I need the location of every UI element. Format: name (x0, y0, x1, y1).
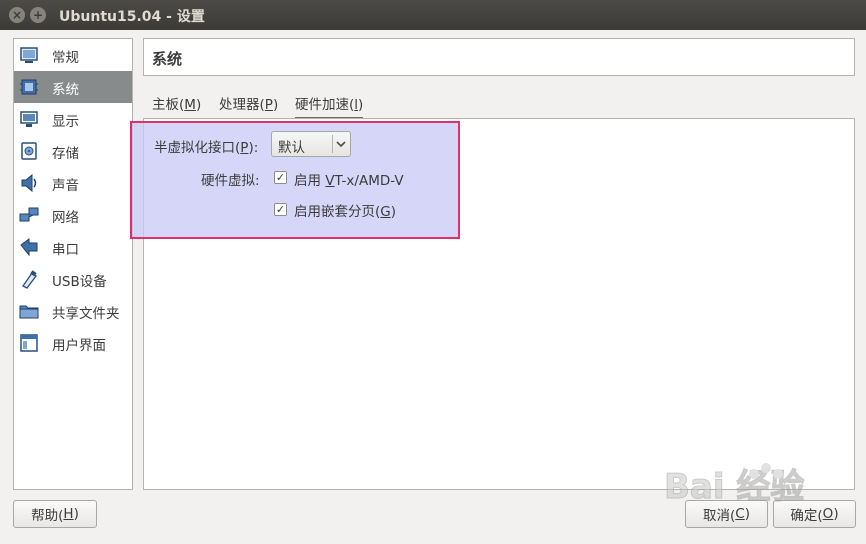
title-bar: × + Ubuntu15.04 - 设置 (0, 0, 866, 30)
window-title: Ubuntu15.04 - 设置 (59, 9, 205, 25)
page-header: 系统 (143, 38, 855, 76)
help-button[interactable]: 帮助(H) (13, 500, 97, 528)
tab-processor[interactable]: 处理器(P) (219, 93, 278, 117)
chevron-down-icon (336, 141, 346, 148)
page-title: 系统 (152, 50, 183, 68)
tab-acceleration[interactable]: 硬件加速(l) (295, 93, 364, 119)
sidebar-item-shared-folders[interactable]: 共享文件夹 (14, 295, 132, 327)
sidebar-item-label: 存储 (52, 146, 79, 162)
usb-icon (22, 270, 37, 289)
sidebar-item-serial-port[interactable]: 串口 (14, 231, 132, 263)
sidebar-item-usb[interactable]: USB设备 (14, 263, 132, 295)
baidu-watermark-logo: Bai 经验 (664, 463, 805, 508)
user-interface-icon (20, 334, 38, 352)
shared-folder-icon (19, 305, 39, 319)
sidebar-item-system[interactable]: 系统 (14, 71, 132, 103)
watermark-text: Bai 经验 (664, 467, 804, 507)
settings-window: × + Ubuntu15.04 - 设置 常规 系统 显示 存储 声音 网络 串… (0, 0, 866, 544)
sidebar-item-label: 串口 (52, 242, 79, 258)
system-icon (20, 79, 38, 95)
maximize-icon: + (32, 8, 44, 22)
general-icon (20, 47, 38, 63)
sidebar-item-user-interface[interactable]: 用户界面 (14, 327, 132, 359)
sidebar-item-label: 系统 (52, 82, 79, 98)
tab-motherboard[interactable]: 主板(M) (152, 93, 201, 117)
display-icon (20, 111, 38, 127)
paravirt-value: 默认 (278, 140, 305, 156)
combo-separator (332, 135, 333, 153)
settings-sidebar: 常规 系统 显示 存储 声音 网络 串口 USB设备 共享文件夹 用户界面 (13, 38, 133, 490)
close-button[interactable]: × (9, 7, 25, 23)
sidebar-item-label: 常规 (52, 50, 79, 66)
vtx-checkbox[interactable]: ✓ (274, 171, 287, 184)
sidebar-item-storage[interactable]: 存储 (14, 135, 132, 167)
paravirt-select[interactable]: 默认 (271, 131, 351, 157)
sidebar-item-label: 声音 (52, 178, 79, 194)
sidebar-item-label: USB设备 (52, 274, 107, 290)
vtx-label: 启用 VT-x/AMD-V (294, 173, 404, 189)
nested-paging-checkbox[interactable]: ✓ (274, 203, 287, 216)
storage-icon (21, 142, 37, 160)
sidebar-item-display[interactable]: 显示 (14, 103, 132, 135)
sidebar-item-audio[interactable]: 声音 (14, 167, 132, 199)
serial-port-icon (20, 238, 38, 257)
close-icon: × (11, 8, 23, 22)
sidebar-item-label: 共享文件夹 (52, 306, 120, 322)
sidebar-item-label: 用户界面 (52, 338, 106, 354)
sidebar-item-network[interactable]: 网络 (14, 199, 132, 231)
audio-icon (21, 173, 37, 193)
sidebar-item-label: 网络 (52, 210, 79, 226)
sidebar-item-general[interactable]: 常规 (14, 39, 132, 71)
sidebar-item-label: 显示 (52, 114, 79, 130)
paravirt-label: 半虚拟化接口(P): (154, 140, 259, 156)
nested-paging-label: 启用嵌套分页(G) (294, 204, 397, 220)
maximize-button[interactable]: + (30, 7, 46, 23)
hw-virt-label: 硬件虚拟: (201, 173, 260, 189)
network-icon (19, 207, 39, 222)
